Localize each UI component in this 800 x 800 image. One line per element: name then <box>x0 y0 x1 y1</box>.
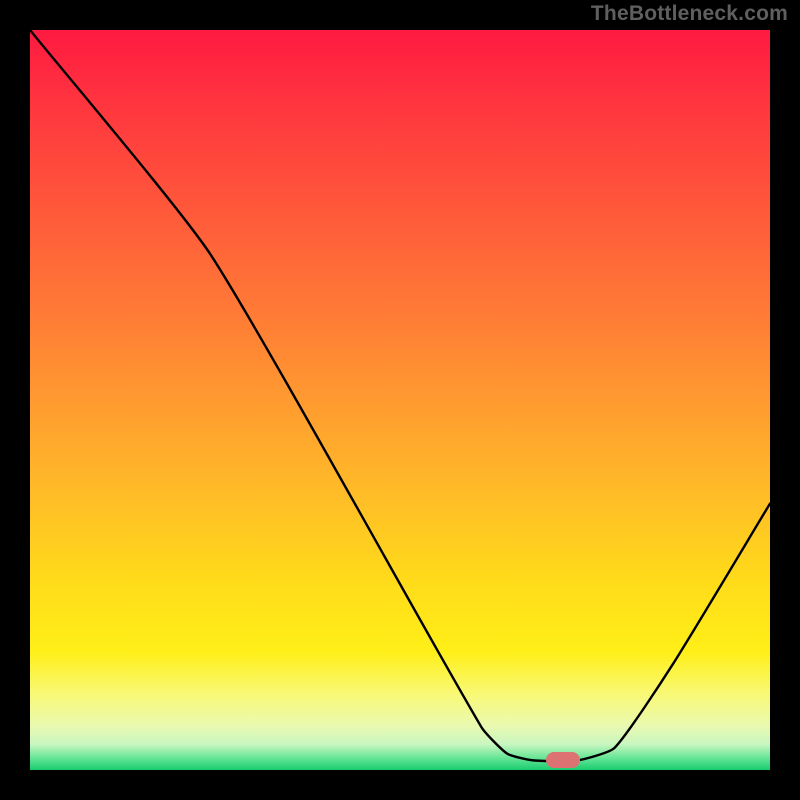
watermark-text: TheBottleneck.com <box>591 2 788 26</box>
chart-svg <box>30 30 770 770</box>
plot-area <box>30 30 770 770</box>
gradient-rect <box>30 30 770 770</box>
viewport-frame: TheBottleneck.com <box>0 0 800 800</box>
optimal-marker <box>546 752 580 768</box>
